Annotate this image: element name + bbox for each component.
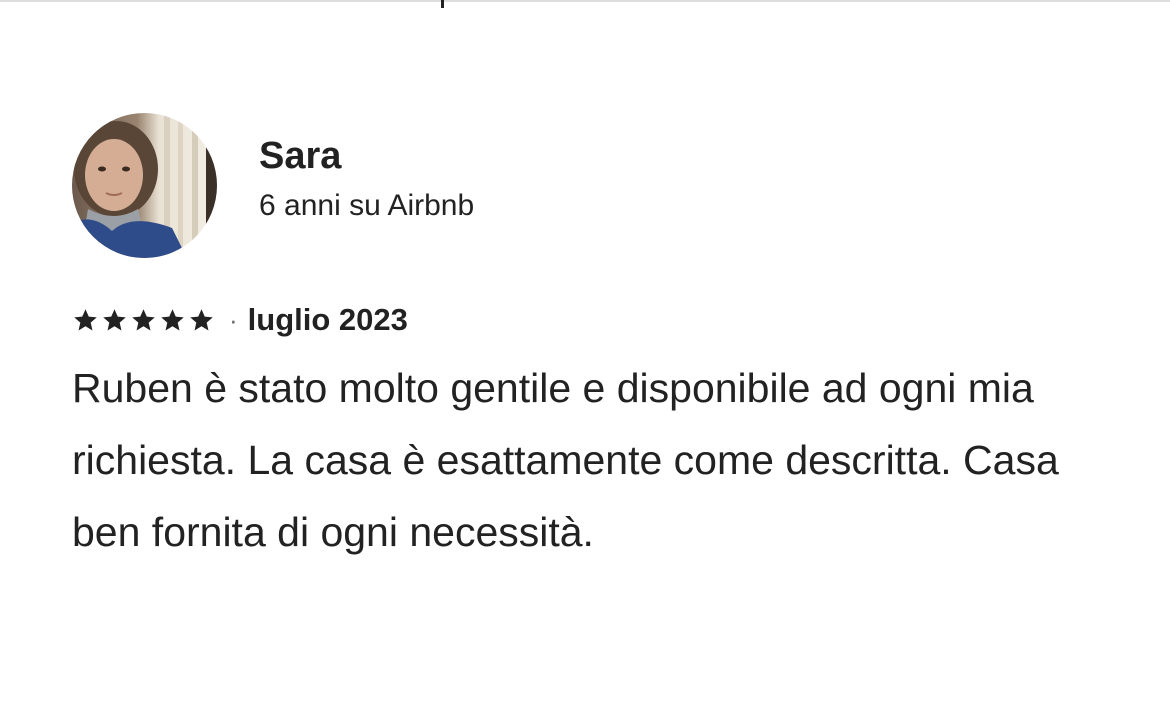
star-icon <box>161 308 184 331</box>
review-text: Ruben è stato molto gentile e disponibil… <box>72 365 1059 555</box>
star-icon <box>74 308 97 331</box>
reviewer-tenure: 6 anni su Airbnb <box>259 189 475 222</box>
star-icon <box>132 308 155 331</box>
star-icon <box>103 308 126 331</box>
avatar-image <box>72 112 217 258</box>
scroll-indicator <box>441 0 444 8</box>
review-header: Sara 6 anni su Airbnb <box>72 112 1112 258</box>
review-date: luglio 2023 <box>247 302 408 337</box>
top-divider <box>0 0 1170 2</box>
rating-stars <box>72 307 215 334</box>
avatar[interactable] <box>72 112 217 258</box>
star-icon <box>190 308 213 331</box>
review-card: Sara 6 anni su Airbnb · luglio 2023 Rube… <box>72 112 1112 568</box>
review-meta: · luglio 2023 <box>72 300 1112 340</box>
meta-separator: · <box>229 304 238 335</box>
reviewer-info: Sara 6 anni su Airbnb <box>259 132 474 226</box>
reviewer-name[interactable]: Sara <box>259 132 474 180</box>
